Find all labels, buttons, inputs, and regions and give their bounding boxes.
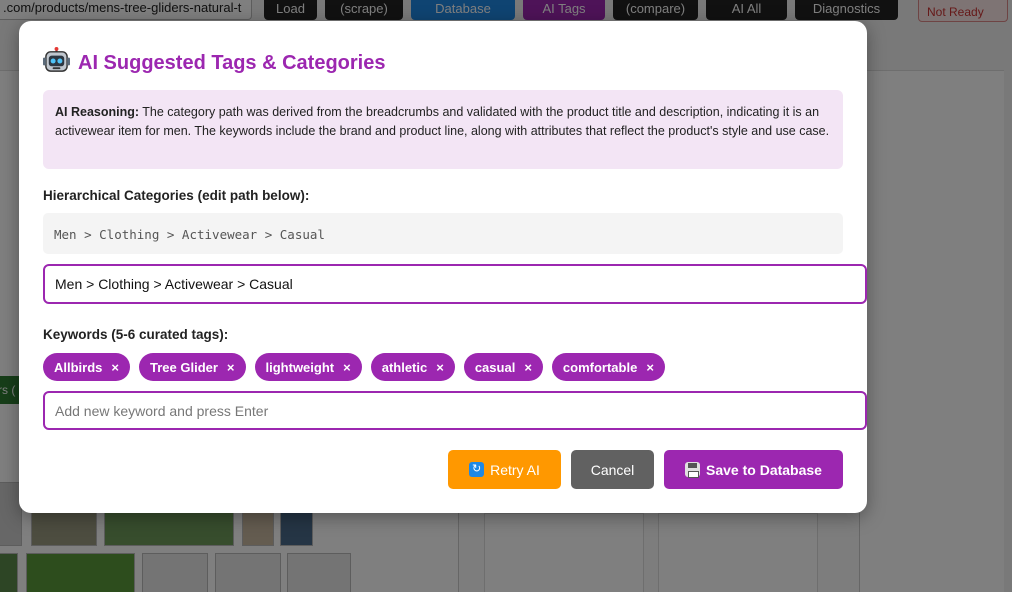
remove-keyword-icon[interactable]: × xyxy=(436,360,444,375)
keyword-chip-label: athletic xyxy=(381,359,428,375)
keyword-chip: Tree Glider × xyxy=(139,353,246,381)
floppy-disk-icon xyxy=(685,462,701,478)
keyword-chips: Allbirds × Tree Glider × lightweight × athl… xyxy=(43,353,665,381)
categories-label: Hierarchical Categories (edit path below… xyxy=(43,188,310,203)
modal-title: AI Suggested Tags & Categories xyxy=(78,51,386,74)
keyword-chip-label: casual xyxy=(474,359,516,375)
ai-tags-modal: AI Suggested Tags & Categories AI Reason… xyxy=(19,21,867,513)
new-keyword-input[interactable] xyxy=(43,391,867,430)
remove-keyword-icon[interactable]: × xyxy=(343,360,351,375)
keyword-chip-label: comfortable xyxy=(562,359,638,375)
retry-ai-button[interactable]: ↻ Retry AI xyxy=(448,450,561,489)
reasoning-label: AI Reasoning: xyxy=(55,105,140,119)
keyword-chip: lightweight × xyxy=(254,353,362,381)
cancel-button[interactable]: Cancel xyxy=(571,450,654,489)
ai-reasoning-box: AI Reasoning: The category path was deri… xyxy=(43,90,843,169)
remove-keyword-icon[interactable]: × xyxy=(646,360,654,375)
remove-keyword-icon[interactable]: × xyxy=(524,360,532,375)
modal-header: AI Suggested Tags & Categories xyxy=(43,47,385,79)
refresh-icon: ↻ xyxy=(469,462,485,477)
keyword-chip-label: Allbirds xyxy=(54,359,103,375)
keyword-chip-label: lightweight xyxy=(265,359,335,375)
remove-keyword-icon[interactable]: × xyxy=(111,360,119,375)
reasoning-text: The category path was derived from the b… xyxy=(55,105,830,138)
keyword-chip-label: Tree Glider xyxy=(150,359,218,375)
category-path-display: Men > Clothing > Activewear > Casual xyxy=(43,213,843,254)
robot-icon xyxy=(43,47,70,79)
cancel-label: Cancel xyxy=(590,461,635,478)
remove-keyword-icon[interactable]: × xyxy=(227,360,235,375)
keyword-chip: casual × xyxy=(463,353,543,381)
save-to-database-button[interactable]: Save to Database xyxy=(664,450,843,489)
keyword-chip: Allbirds × xyxy=(43,353,130,381)
keywords-label: Keywords (5-6 curated tags): xyxy=(43,327,229,342)
keyword-chip: athletic × xyxy=(370,353,455,381)
retry-ai-label: Retry AI xyxy=(490,461,540,478)
save-label: Save to Database xyxy=(706,461,822,478)
category-path-input[interactable] xyxy=(43,264,867,304)
keyword-chip: comfortable × xyxy=(551,353,665,381)
